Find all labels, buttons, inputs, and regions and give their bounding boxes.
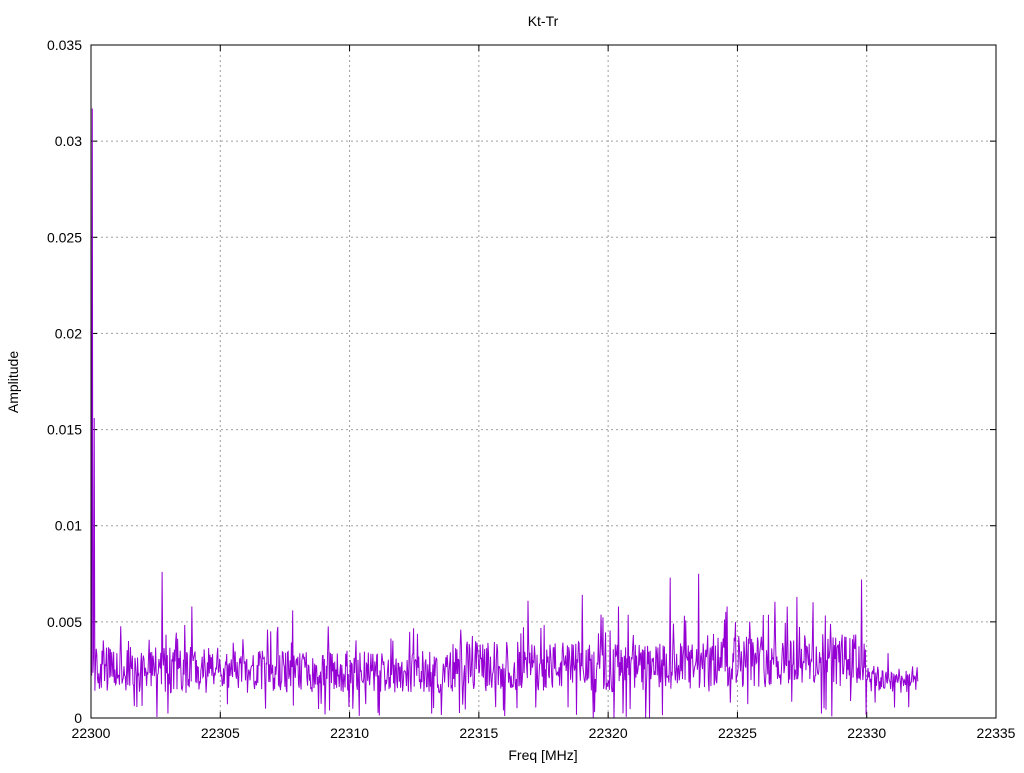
x-tick-label: 22325 — [718, 725, 757, 741]
y-tick-label: 0.02 — [55, 325, 82, 341]
y-tick-label: 0.035 — [47, 37, 82, 53]
y-tick-label: 0 — [74, 710, 82, 726]
y-tick-label: 0.015 — [47, 422, 82, 438]
x-tick-label: 22315 — [459, 725, 498, 741]
x-tick-label: 22310 — [330, 725, 369, 741]
chart-background — [0, 0, 1024, 768]
x-tick-label: 22305 — [201, 725, 240, 741]
chart-title: Kt-Tr — [528, 13, 559, 29]
spectrum-chart: 22300 22305 22310 22315 22320 22325 22330 22335… — [0, 0, 1024, 768]
x-tick-label: 22320 — [589, 725, 628, 741]
y-tick-label: 0.01 — [55, 518, 82, 534]
x-tick-label: 22335 — [977, 725, 1016, 741]
y-tick-label: 0.03 — [55, 133, 82, 149]
chart-container: 22300 22305 22310 22315 22320 22325 22330 22335… — [0, 0, 1024, 768]
x-axis-label: Freq [MHz] — [508, 747, 577, 763]
y-tick-label: 0.025 — [47, 229, 82, 245]
y-tick-label: 0.005 — [47, 614, 82, 630]
y-axis-label: Amplitude — [5, 351, 21, 413]
x-tick-label: 22300 — [72, 725, 111, 741]
x-tick-label: 22330 — [847, 725, 886, 741]
